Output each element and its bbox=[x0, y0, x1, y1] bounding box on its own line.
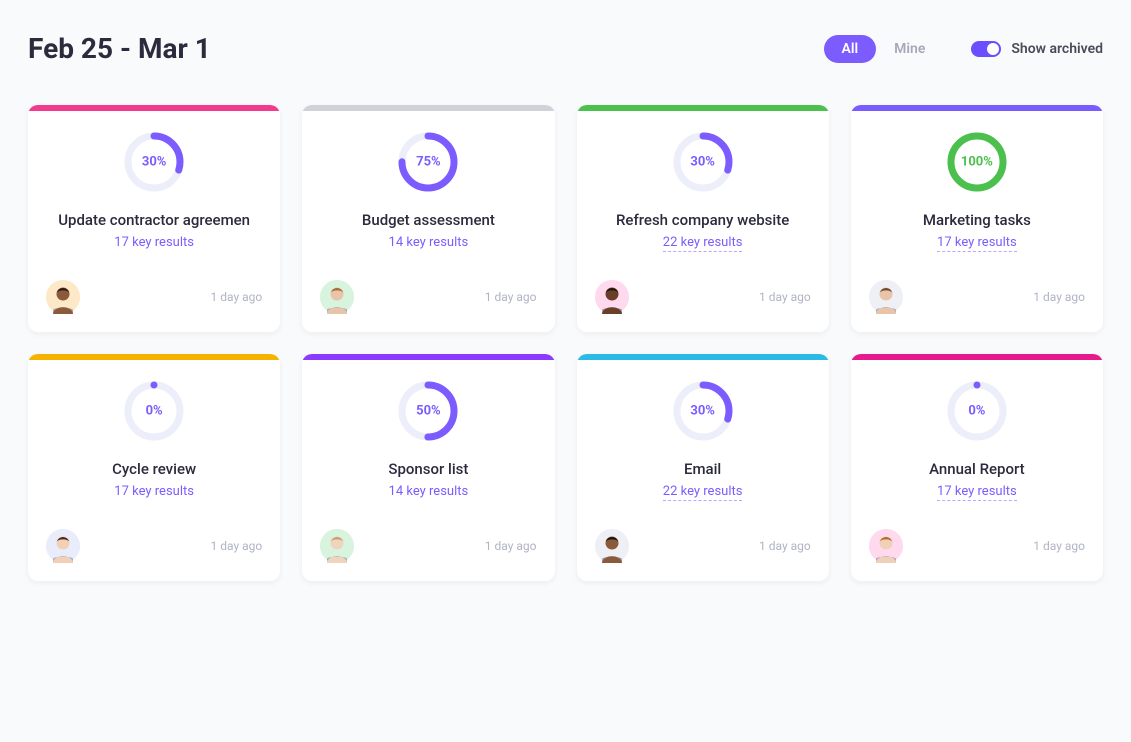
key-results-link[interactable]: 22 key results bbox=[663, 484, 743, 501]
owner-avatar[interactable] bbox=[869, 529, 903, 563]
filter-mine[interactable]: Mine bbox=[876, 35, 943, 63]
filter-pills: All Mine bbox=[824, 35, 944, 63]
card-timestamp: 1 day ago bbox=[211, 290, 263, 304]
progress-label: 100% bbox=[961, 155, 993, 170]
progress-label: 30% bbox=[142, 155, 167, 170]
objective-card[interactable]: 30% Email 22 key results 1 day ago bbox=[577, 354, 829, 581]
card-timestamp: 1 day ago bbox=[759, 539, 811, 553]
progress-ring: 75% bbox=[397, 131, 459, 193]
card-timestamp: 1 day ago bbox=[1033, 539, 1085, 553]
card-title: Refresh company website bbox=[616, 211, 789, 229]
card-stripe bbox=[302, 105, 554, 111]
card-timestamp: 1 day ago bbox=[1033, 290, 1085, 304]
owner-avatar[interactable] bbox=[320, 529, 354, 563]
objective-card[interactable]: 75% Budget assessment 14 key results 1 d… bbox=[302, 105, 554, 332]
header-controls: All Mine Show archived bbox=[824, 35, 1104, 63]
objective-card[interactable]: 0% Annual Report 17 key results 1 day ag… bbox=[851, 354, 1103, 581]
owner-avatar[interactable] bbox=[595, 280, 629, 314]
card-stripe bbox=[302, 354, 554, 360]
progress-ring: 30% bbox=[672, 380, 734, 442]
objective-card[interactable]: 100% Marketing tasks 17 key results 1 da… bbox=[851, 105, 1103, 332]
key-results-link[interactable]: 17 key results bbox=[937, 484, 1017, 501]
progress-ring: 0% bbox=[123, 380, 185, 442]
card-stripe bbox=[851, 354, 1103, 360]
progress-label: 30% bbox=[690, 404, 715, 419]
date-range: Feb 25 - Mar 1 bbox=[28, 32, 211, 65]
progress-ring: 30% bbox=[123, 131, 185, 193]
progress-label: 50% bbox=[416, 404, 441, 419]
owner-avatar[interactable] bbox=[595, 529, 629, 563]
progress-ring: 0% bbox=[946, 380, 1008, 442]
card-timestamp: 1 day ago bbox=[759, 290, 811, 304]
card-footer: 1 day ago bbox=[869, 280, 1085, 314]
key-results-link[interactable]: 22 key results bbox=[663, 235, 743, 252]
objective-card[interactable]: 30% Refresh company website 22 key resul… bbox=[577, 105, 829, 332]
key-results-link[interactable]: 17 key results bbox=[114, 235, 194, 250]
card-footer: 1 day ago bbox=[869, 529, 1085, 563]
archived-toggle-label: Show archived bbox=[1011, 41, 1103, 57]
progress-ring: 100% bbox=[946, 131, 1008, 193]
progress-label: 0% bbox=[968, 404, 985, 419]
owner-avatar[interactable] bbox=[869, 280, 903, 314]
progress-ring: 30% bbox=[672, 131, 734, 193]
card-stripe bbox=[577, 354, 829, 360]
card-timestamp: 1 day ago bbox=[485, 290, 537, 304]
key-results-link[interactable]: 14 key results bbox=[389, 484, 469, 499]
progress-label: 0% bbox=[146, 404, 163, 419]
progress-label: 30% bbox=[690, 155, 715, 170]
card-footer: 1 day ago bbox=[320, 280, 536, 314]
progress-label: 75% bbox=[416, 155, 441, 170]
archived-toggle-group: Show archived bbox=[971, 41, 1103, 57]
card-title: Budget assessment bbox=[362, 211, 495, 229]
card-stripe bbox=[577, 105, 829, 111]
card-stripe bbox=[28, 354, 280, 360]
owner-avatar[interactable] bbox=[320, 280, 354, 314]
card-footer: 1 day ago bbox=[595, 280, 811, 314]
card-footer: 1 day ago bbox=[595, 529, 811, 563]
owner-avatar[interactable] bbox=[46, 280, 80, 314]
card-stripe bbox=[851, 105, 1103, 111]
card-title: Marketing tasks bbox=[923, 211, 1031, 229]
card-footer: 1 day ago bbox=[320, 529, 536, 563]
objective-card[interactable]: 30% Update contractor agreemen 17 key re… bbox=[28, 105, 280, 332]
card-timestamp: 1 day ago bbox=[485, 539, 537, 553]
card-title: Cycle review bbox=[112, 460, 196, 478]
toggle-knob-icon bbox=[987, 43, 999, 55]
objective-card[interactable]: 0% Cycle review 17 key results 1 day ago bbox=[28, 354, 280, 581]
owner-avatar[interactable] bbox=[46, 529, 80, 563]
key-results-link[interactable]: 17 key results bbox=[114, 484, 194, 499]
key-results-link[interactable]: 14 key results bbox=[389, 235, 469, 250]
card-title: Email bbox=[684, 460, 721, 478]
card-title: Annual Report bbox=[929, 460, 1025, 478]
card-grid: 30% Update contractor agreemen 17 key re… bbox=[28, 105, 1103, 581]
filter-all[interactable]: All bbox=[824, 35, 877, 63]
card-title: Update contractor agreemen bbox=[58, 211, 250, 229]
card-footer: 1 day ago bbox=[46, 280, 262, 314]
card-title: Sponsor list bbox=[388, 460, 468, 478]
card-timestamp: 1 day ago bbox=[211, 539, 263, 553]
key-results-link[interactable]: 17 key results bbox=[937, 235, 1017, 252]
progress-ring: 50% bbox=[397, 380, 459, 442]
card-stripe bbox=[28, 105, 280, 111]
card-footer: 1 day ago bbox=[46, 529, 262, 563]
archived-toggle[interactable] bbox=[971, 41, 1001, 57]
objective-card[interactable]: 50% Sponsor list 14 key results 1 day ag… bbox=[302, 354, 554, 581]
